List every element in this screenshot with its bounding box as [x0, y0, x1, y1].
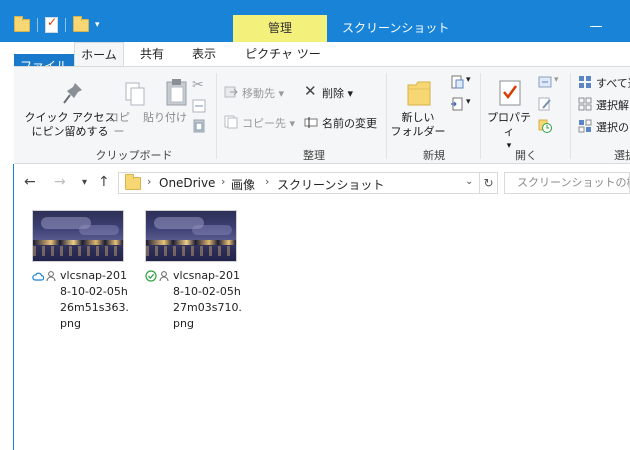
select-all-icon — [579, 76, 591, 88]
invert-selection-icon — [578, 119, 592, 133]
tab-home[interactable]: ホーム — [74, 42, 124, 67]
rename-button[interactable]: 名前の変更 — [322, 115, 377, 131]
quick-access-toolbar: ▾ — [14, 14, 100, 36]
history-icon[interactable] — [538, 119, 552, 133]
copy-path-icon[interactable] — [192, 99, 206, 113]
group-label-clipboard: クリップボード — [95, 149, 173, 162]
title-bar: ▾ 管理 スクリーンショット — [0, 0, 630, 42]
select-none-icon — [578, 97, 592, 111]
rename-icon — [304, 117, 318, 128]
group-divider — [570, 73, 571, 159]
file-list: vlcsnap-2018-10-02-05h26m51s363.png vlcs… — [14, 198, 630, 450]
new-item-icon[interactable] — [450, 75, 464, 89]
context-tab-manage[interactable]: 管理 — [233, 15, 327, 42]
refresh-icon[interactable]: ↻ — [480, 172, 498, 194]
person-icon — [159, 271, 169, 282]
qat-divider — [37, 18, 38, 32]
breadcrumb-pictures[interactable]: 画像 — [231, 176, 255, 193]
image-thumbnail — [145, 210, 237, 262]
paste-icon — [166, 79, 187, 106]
breadcrumb-separator-icon[interactable]: › — [221, 175, 225, 188]
customize-qat-chevron-icon[interactable]: ▾ — [95, 20, 100, 30]
breadcrumb-separator-icon[interactable]: › — [147, 175, 151, 188]
file-item[interactable]: vlcsnap-2018-10-02-05h27m03s710.png — [145, 210, 242, 330]
address-dropdown-chevron-icon[interactable]: ⌄ — [465, 176, 473, 187]
group-divider — [216, 73, 217, 159]
new-item-chevron-icon[interactable]: ▾ — [466, 75, 471, 85]
synced-check-icon — [145, 270, 157, 282]
open-icon[interactable] — [538, 75, 552, 89]
properties-icon — [499, 80, 521, 106]
file-name: vlcsnap-2018-10-02-05h26m51s363.png — [60, 269, 129, 330]
copy-to-icon — [224, 115, 238, 129]
new-folder-label-line2: フォルダー — [390, 125, 446, 138]
select-none-button[interactable]: 選択解 — [596, 97, 629, 113]
properties-icon[interactable] — [45, 15, 58, 33]
easy-access-icon[interactable] — [450, 97, 464, 111]
invert-selection-button[interactable]: 選択の — [596, 119, 629, 135]
group-label-open: 開く — [515, 149, 537, 162]
new-folder-button[interactable]: 新しい フォルダー — [388, 111, 448, 139]
move-to-button[interactable]: 移動先 ▾ — [242, 85, 284, 101]
easy-access-chevron-icon[interactable]: ▾ — [466, 97, 471, 107]
forward-arrow-icon[interactable]: → — [54, 174, 66, 190]
select-all-button[interactable]: すべて選 — [596, 75, 630, 91]
search-input[interactable]: スクリーンショットの検索 — [504, 172, 630, 194]
navigation-bar: ← → ▾ ↑ › OneDrive › 画像 › スクリーンショット ⌄ ↻ … — [14, 172, 630, 194]
paste-shortcut-icon[interactable] — [192, 119, 206, 133]
properties-label: プロパティ — [487, 111, 531, 138]
edit-icon[interactable] — [538, 97, 552, 111]
delete-button[interactable]: 削除 ▾ — [322, 85, 353, 101]
copy-to-button[interactable]: コピー先 ▾ — [242, 115, 295, 131]
breadcrumb-onedrive[interactable]: OneDrive — [159, 176, 215, 190]
minimize-button[interactable] — [590, 26, 602, 27]
tab-picture-tools[interactable]: ピクチャ ツール — [240, 42, 326, 85]
group-label-organize: 整理 — [303, 149, 325, 162]
cloud-icon — [32, 272, 44, 281]
ribbon: クイック アクセス にピン留めする コピー 貼り付け ✂ クリップボード 移動先… — [14, 66, 630, 164]
new-folder-icon[interactable] — [73, 16, 89, 33]
folder-icon — [14, 16, 30, 33]
address-bar[interactable]: › OneDrive › 画像 › スクリーンショット ⌄ — [118, 172, 480, 194]
person-icon — [46, 271, 56, 282]
tab-share[interactable]: 共有 — [130, 42, 174, 66]
file-name: vlcsnap-2018-10-02-05h27m03s710.png — [173, 269, 242, 330]
tab-view[interactable]: 表示 — [180, 42, 228, 66]
copy-button[interactable]: コピー — [104, 111, 134, 139]
group-divider — [480, 73, 481, 159]
new-folder-label-line1: 新しい — [401, 111, 435, 124]
group-label-new: 新規 — [423, 149, 445, 162]
qat-divider — [65, 18, 66, 32]
folder-icon — [125, 174, 141, 190]
ribbon-tabs: ファイル ホーム 共有 表示 ピクチャ ツール — [0, 42, 630, 85]
open-chevron-icon[interactable]: ▾ — [554, 75, 559, 85]
pin-icon — [63, 83, 82, 104]
group-divider — [386, 73, 387, 159]
group-label-select: 選択 — [614, 149, 630, 162]
recent-locations-chevron-icon[interactable]: ▾ — [82, 177, 87, 188]
move-to-icon — [224, 86, 238, 98]
delete-icon: ✕ — [304, 82, 317, 100]
breadcrumb-screenshots[interactable]: スクリーンショット — [277, 176, 384, 193]
file-item[interactable]: vlcsnap-2018-10-02-05h26m51s363.png — [32, 210, 129, 330]
window-title: スクリーンショット — [342, 21, 450, 35]
back-arrow-icon[interactable]: ← — [24, 174, 36, 190]
breadcrumb-separator-icon[interactable]: › — [265, 175, 269, 188]
copy-icon — [125, 82, 145, 106]
new-folder-icon — [407, 81, 431, 106]
up-arrow-icon[interactable]: ↑ — [98, 174, 110, 190]
paste-button[interactable]: 貼り付け — [142, 111, 188, 125]
image-thumbnail — [32, 210, 124, 262]
cut-icon[interactable]: ✂ — [192, 77, 206, 93]
